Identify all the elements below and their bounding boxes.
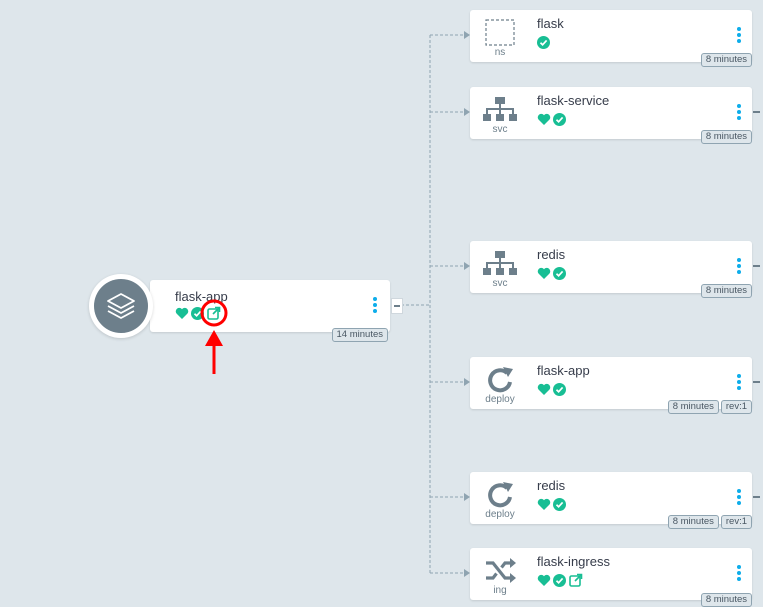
resource-badges: 8 minutes <box>700 593 752 607</box>
check-circle-icon <box>553 266 566 280</box>
resource-status <box>537 573 583 587</box>
collapse-toggle[interactable] <box>753 381 760 383</box>
resource-menu-button[interactable] <box>734 103 744 123</box>
resource-status <box>537 382 566 396</box>
age-badge: 8 minutes <box>700 53 752 67</box>
resource-node-service[interactable]: svc flask-service 8 minutes <box>470 87 760 144</box>
age-badge: 14 minutes <box>331 328 388 342</box>
resource-badges: 8 minutes <box>700 53 752 67</box>
service-icon <box>483 249 517 279</box>
collapse-toggle[interactable] <box>753 265 760 267</box>
check-circle-icon <box>553 573 566 587</box>
layers-icon <box>107 293 135 319</box>
resource-name: flask <box>537 16 564 31</box>
resource-name: flask-app <box>537 363 590 378</box>
age-badge: 8 minutes <box>700 593 752 607</box>
resource-node-ingress[interactable]: ing flask-ingress 8 minutes <box>470 548 752 607</box>
ingress-icon <box>483 556 517 586</box>
resource-name: flask-ingress <box>537 554 610 569</box>
deploy-icon <box>483 480 517 510</box>
resource-status <box>537 266 566 280</box>
resource-node-service[interactable]: svc redis 8 minutes <box>470 241 760 298</box>
resource-menu-button[interactable] <box>734 564 744 584</box>
external-link-icon[interactable] <box>568 573 583 588</box>
resource-badges: 8 minutes rev:1 <box>667 400 752 414</box>
resource-status <box>537 112 566 126</box>
heart-icon <box>537 498 551 511</box>
resource-badges: 8 minutes rev:1 <box>667 515 752 529</box>
resource-badges: 8 minutes <box>700 284 752 298</box>
check-circle-icon <box>553 497 566 511</box>
deploy-icon <box>483 365 517 395</box>
collapse-toggle[interactable] <box>753 496 760 498</box>
resource-node-deployment[interactable]: deploy flask-app 8 minutes rev:1 <box>470 357 760 414</box>
annotation-arrow <box>200 299 228 374</box>
application-menu-button[interactable] <box>370 296 380 316</box>
heart-icon <box>537 574 551 587</box>
heart-icon <box>537 267 551 280</box>
check-circle-icon <box>553 112 566 126</box>
resource-menu-button[interactable] <box>734 26 744 46</box>
resource-kind: ns <box>494 47 506 58</box>
resource-status <box>537 35 550 49</box>
revision-badge: rev:1 <box>720 515 752 529</box>
resource-kind: deploy <box>485 509 515 520</box>
resource-status <box>537 497 566 511</box>
resource-name: redis <box>537 478 566 493</box>
resource-kind: svc <box>492 124 508 135</box>
age-badge: 8 minutes <box>667 400 719 414</box>
age-badge: 8 minutes <box>700 284 752 298</box>
resource-kind: svc <box>492 278 508 289</box>
resource-name: redis <box>537 247 566 262</box>
resource-menu-button[interactable] <box>734 257 744 277</box>
namespace-icon <box>483 18 517 48</box>
application-node[interactable]: flask-app 14 minutes <box>150 280 390 342</box>
heart-icon <box>175 307 189 320</box>
service-icon <box>483 95 517 125</box>
collapse-toggle[interactable] <box>753 111 760 113</box>
collapse-toggle[interactable] <box>391 298 403 314</box>
resource-name: flask-service <box>537 93 610 108</box>
revision-badge: rev:1 <box>720 400 752 414</box>
resource-kind: ing <box>493 585 507 596</box>
heart-icon <box>537 113 551 126</box>
resource-node-deployment[interactable]: deploy redis 8 minutes rev:1 <box>470 472 760 529</box>
check-circle-icon <box>537 35 550 49</box>
application-badges: 14 minutes <box>331 328 388 342</box>
resource-kind: deploy <box>485 394 515 405</box>
heart-icon <box>537 383 551 396</box>
resource-node-namespace[interactable]: ns flask 8 minutes <box>470 10 752 67</box>
application-icon-circle <box>89 274 153 338</box>
age-badge: 8 minutes <box>667 515 719 529</box>
check-circle-icon <box>553 382 566 396</box>
resource-menu-button[interactable] <box>734 488 744 508</box>
age-badge: 8 minutes <box>700 130 752 144</box>
resource-menu-button[interactable] <box>734 373 744 393</box>
resource-badges: 8 minutes <box>700 130 752 144</box>
